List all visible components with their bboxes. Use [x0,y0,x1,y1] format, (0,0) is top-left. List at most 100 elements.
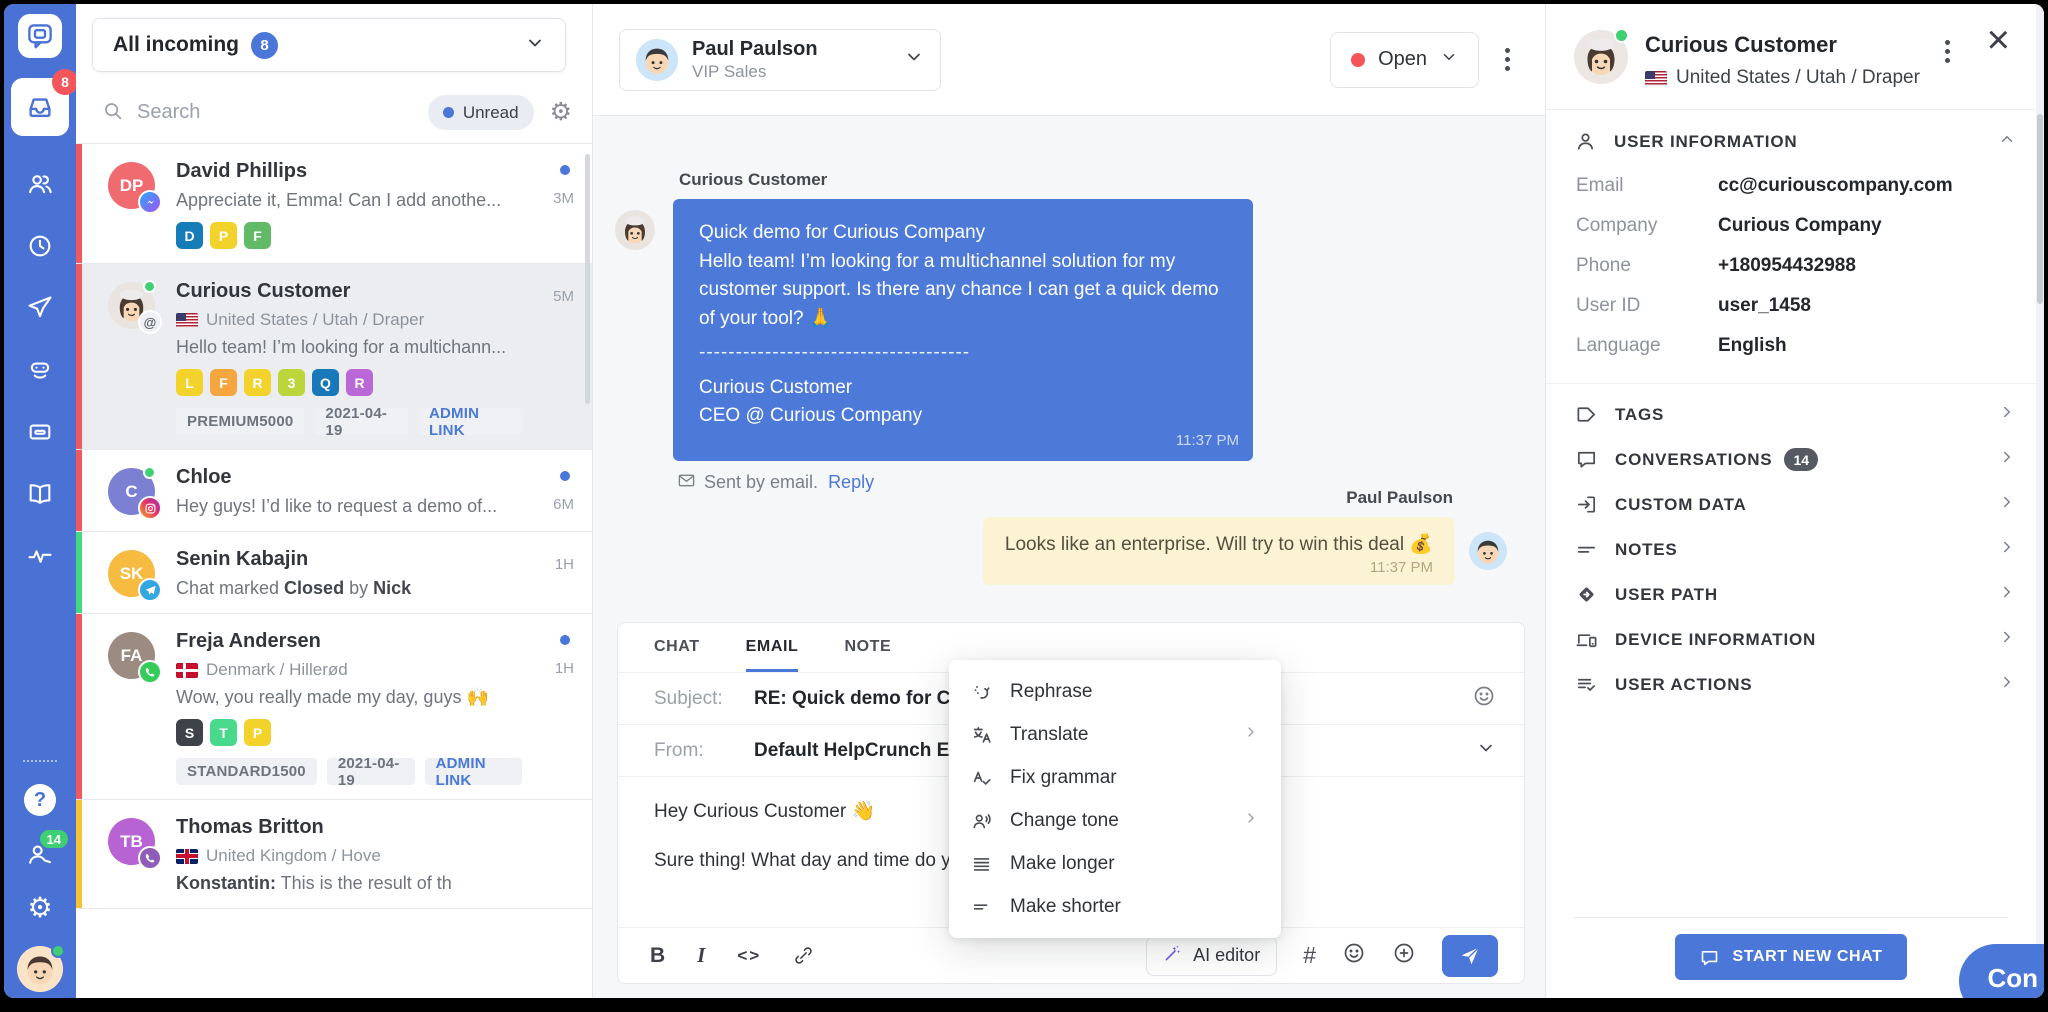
incoming-message-bubble: Quick demo for Curious CompanyHello team… [673,199,1253,461]
meta-badge: 2021-04-19 [327,758,415,785]
nav-popups-icon[interactable] [26,418,54,446]
us-flag-icon [176,313,198,328]
user-information-header[interactable]: USER INFORMATION [1574,130,2016,153]
nav-campaigns-icon[interactable] [26,294,54,322]
nav-help-icon[interactable]: ? [24,784,56,816]
note-text: Looks like an enterprise. Will try to wi… [1005,532,1433,556]
inbox-filter-dropdown[interactable]: All incoming 8 [92,18,566,72]
tab-note[interactable]: NOTE [844,623,891,672]
conversation-list-item[interactable]: @Curious CustomerUnited States / Utah / … [76,264,592,450]
unread-filter-toggle[interactable]: Unread [428,95,534,130]
ai-menu-item-label: Translate [1010,724,1089,746]
priority-accent-bar [76,614,82,799]
emoji-icon[interactable] [1472,684,1496,713]
conversation-list-item[interactable]: SKSenin KabajinChat marked Closed by Nic… [76,532,592,614]
boxarrow-icon [1574,493,1598,516]
send-button[interactable] [1442,935,1498,977]
location-text: United States / Utah / Draper [206,310,424,330]
message-author: Curious Customer [679,170,1253,190]
contact-name: Freja Andersen [176,630,522,653]
chevron-right-icon [1998,538,2016,561]
tab-email[interactable]: EMAIL [746,623,799,672]
ai-menu-item-label: Change tone [1010,810,1119,832]
status-dropdown[interactable]: Open [1330,32,1479,88]
ai-menu-item-change-tone[interactable]: Change tone [949,799,1281,842]
envelope-icon [677,471,696,495]
conversation-list-item[interactable]: CChloeHey guys! I’d like to request a de… [76,450,592,532]
admin-link-badge[interactable]: ADMIN LINK [425,758,522,785]
ai-menu-item-translate[interactable]: Translate [949,713,1281,756]
conversation-list-item[interactable]: FAFreja AndersenDenmark / HillerødWow, y… [76,614,592,800]
nav-inbox-icon[interactable]: 8 [11,78,69,136]
nav-chatbot-icon[interactable] [26,356,54,384]
emoji-icon[interactable] [1342,941,1366,970]
chevron-down-icon[interactable] [1476,738,1496,763]
bold-button[interactable]: B [650,944,665,968]
profile-menu-kebab-icon[interactable] [1945,36,1950,67]
start-new-chat-button[interactable]: START NEW CHAT [1675,934,1906,980]
customer-name: Curious Customer [1645,32,1920,58]
tag-chip: R [244,369,271,396]
section-label: CUSTOM DATA [1615,495,1747,515]
inbox-unread-badge: 8 [52,69,78,95]
sidebar-scrollbar-track[interactable] [2036,4,2044,998]
internal-note-group: Paul Paulson Looks like an enterprise. W… [935,488,1455,585]
start-new-chat-label: START NEW CHAT [1732,948,1882,966]
contact-location: Denmark / Hillerød [176,660,522,680]
tab-chat[interactable]: CHAT [654,623,700,672]
reply-link[interactable]: Reply [828,472,874,493]
conversation-menu-kebab-icon[interactable] [1505,44,1511,75]
ai-menu-item-rephrase[interactable]: Rephrase [949,670,1281,713]
italic-button[interactable]: I [697,943,705,968]
nav-settings-icon[interactable]: ⚙ [27,894,52,922]
ai-menu-item-label: Make longer [1010,853,1115,875]
nav-knowledge-base-icon[interactable] [26,480,54,508]
sidebar-scrollbar-thumb[interactable] [2037,114,2043,304]
sidebar-section-tags[interactable]: TAGS [1546,392,2044,437]
tag-chip: F [210,369,237,396]
longer-icon [971,853,993,875]
sidebar-section-user-path[interactable]: USER PATH [1546,572,2044,617]
nav-reports-icon[interactable] [26,542,54,570]
nav-history-icon[interactable] [26,232,54,260]
sidebar-section-conversations[interactable]: CONVERSATIONS14 [1546,437,2044,482]
team-count-badge: 14 [38,828,70,850]
attach-plus-icon[interactable] [1392,941,1416,970]
status-open-dot-icon [1351,53,1365,67]
ai-editor-button[interactable]: AI editor [1146,936,1277,976]
conversation-timestamp: 6M [553,496,574,513]
section-label: USER ACTIONS [1615,675,1752,695]
ai-menu-item-make-shorter[interactable]: Make shorter [949,885,1281,928]
sidebar-section-custom-data[interactable]: CUSTOM DATA [1546,482,2044,527]
link-button[interactable] [793,945,814,966]
ai-editor-menu: Rephrase Translate Fix grammar Change tone M… [949,660,1281,938]
message-history: Curious Customer Quick demo for Curious … [593,116,1545,622]
profile-sections: TAGSCONVERSATIONS14CUSTOM DATANOTESUSER … [1546,384,2044,715]
field-value: Curious Company [1718,215,1882,237]
list-settings-gear-icon[interactable]: ⚙ [550,100,572,125]
nav-team-icon[interactable]: 14 [26,840,54,868]
contact-location: United States / Utah / Draper [176,310,522,330]
helpcrunch-logo-icon[interactable] [18,14,62,58]
admin-link-badge[interactable]: ADMIN LINK [418,408,522,435]
list-scrollbar[interactable] [585,154,590,404]
avatar: C [108,468,155,515]
saved-replies-hash-icon[interactable]: # [1303,942,1316,969]
code-button[interactable]: <> [737,946,761,966]
nav-contacts-icon[interactable] [26,170,54,198]
ai-menu-item-make-longer[interactable]: Make longer [949,842,1281,885]
agent-avatar[interactable] [17,946,63,992]
sidebar-section-user-actions[interactable]: USER ACTIONS [1546,662,2044,707]
close-icon[interactable]: × [1987,20,2010,60]
chat-widget-launcher[interactable]: Con [1959,944,2044,998]
sidebar-section-device-information[interactable]: DEVICE INFORMATION [1546,617,2044,662]
search-input[interactable] [137,101,428,124]
assignee-dropdown[interactable]: Paul Paulson VIP Sales [619,29,941,91]
conversation-list-item[interactable]: DPDavid PhillipsAppreciate it, Emma! Can… [76,144,592,264]
sidebar-section-notes[interactable]: NOTES [1546,527,2044,572]
conversation-list-item[interactable]: TBThomas BrittonUnited Kingdom / HoveKon… [76,800,592,909]
chevron-right-icon [1998,403,2016,426]
tag-chips: STP [176,719,522,746]
ai-menu-item-fix-grammar[interactable]: Fix grammar [949,756,1281,799]
message-preview: Appreciate it, Emma! Can I add anothe... [176,190,522,211]
